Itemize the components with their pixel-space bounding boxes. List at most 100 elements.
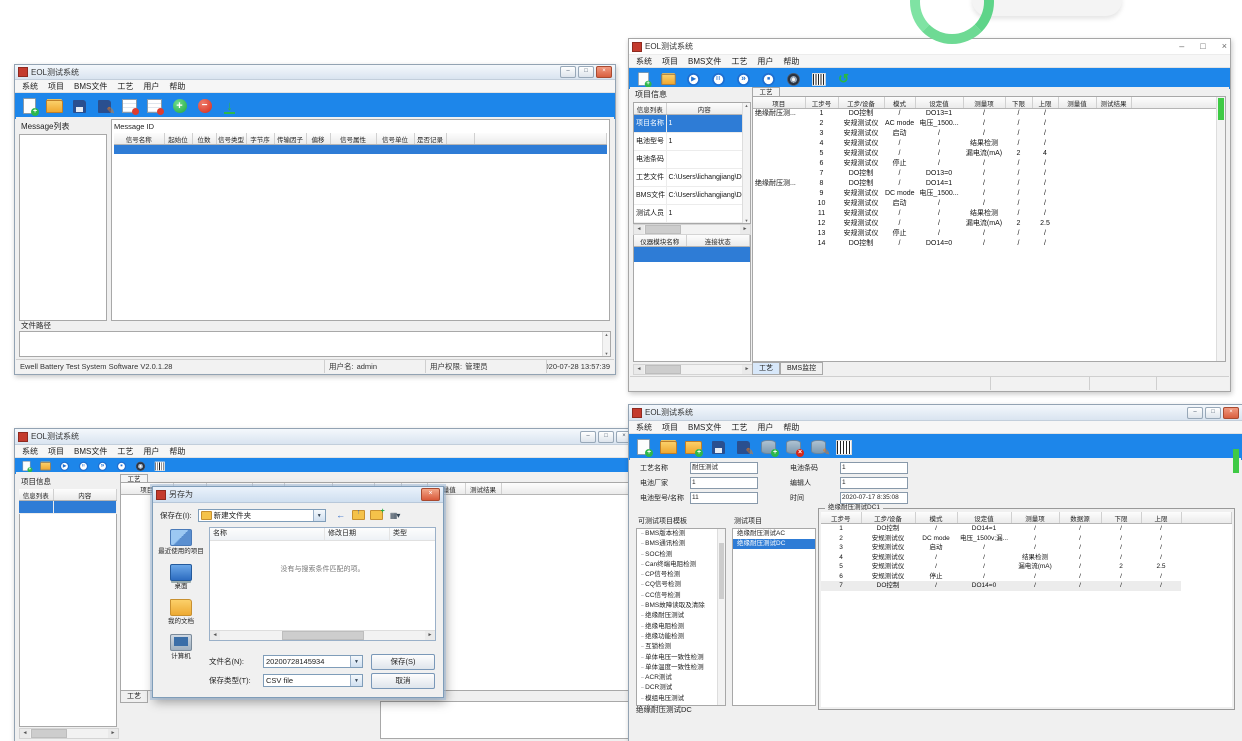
- column-header[interactable]: 信息列表: [634, 103, 666, 115]
- step-row[interactable]: 4 安规测试仪 / / 结果检测 / / /: [821, 553, 1232, 563]
- step-row[interactable]: 6 安规测试仪 停止 / / / / /: [821, 572, 1232, 582]
- column-header[interactable]: 测量项: [963, 97, 1005, 109]
- toolbar-icon[interactable]: [45, 97, 64, 115]
- column-header[interactable]: 设定值: [957, 512, 1011, 524]
- selected-empty-row[interactable]: [114, 145, 607, 155]
- column-header[interactable]: 模式: [884, 97, 915, 109]
- text-input[interactable]: 1: [840, 477, 908, 489]
- step-row[interactable]: 10 安规测试仪 启动 / / / /: [753, 199, 1217, 209]
- column-header[interactable]: 传输因子: [274, 133, 306, 145]
- scroll-thumb[interactable]: [1218, 98, 1224, 120]
- step-row[interactable]: 1 DO控制 / DO14=1 / / / /: [821, 524, 1232, 534]
- column-header[interactable]: 类型: [390, 528, 435, 540]
- toolbar-icon[interactable]: [785, 71, 801, 86]
- toolbar-icon[interactable]: [120, 97, 139, 115]
- scroll-thumb[interactable]: [645, 365, 681, 374]
- toolbar-icon[interactable]: [735, 71, 751, 86]
- dialog-titlebar[interactable]: 另存为: [153, 487, 443, 503]
- toolbar-icon[interactable]: [659, 438, 678, 456]
- horizontal-scrollbar[interactable]: [210, 630, 435, 640]
- list-item[interactable]: ACR测试: [637, 673, 725, 683]
- text-input[interactable]: 11: [690, 492, 758, 504]
- column-header[interactable]: 工步/设备: [861, 512, 915, 524]
- menu-item[interactable]: 用户: [138, 81, 164, 92]
- cancel-button[interactable]: 取消: [371, 673, 435, 689]
- list-item[interactable]: 单体温度一致性检测: [637, 663, 725, 673]
- scroll-right-arrow[interactable]: [742, 365, 752, 374]
- menu-item[interactable]: BMS文件: [683, 422, 726, 433]
- new-folder-icon[interactable]: [370, 509, 384, 522]
- chevron-down-icon[interactable]: [313, 510, 325, 521]
- column-header[interactable]: 数据源: [1059, 512, 1101, 524]
- column-header[interactable]: [1131, 97, 1217, 109]
- step-row[interactable]: 绝缘耐压测... 1 DO控制 / DO13=1 / / /: [753, 109, 1217, 120]
- column-header[interactable]: [474, 133, 607, 145]
- toolbar-icon[interactable]: [116, 460, 128, 471]
- column-header[interactable]: 位数: [192, 133, 216, 145]
- chevron-down-icon[interactable]: [350, 656, 362, 667]
- log-textarea[interactable]: [380, 701, 630, 739]
- menu-item[interactable]: 用户: [138, 446, 164, 457]
- back-icon[interactable]: [334, 509, 348, 522]
- step-row[interactable]: 7 DO控制 / DO14=0 / / / /: [821, 581, 1232, 591]
- toolbar-icon[interactable]: [784, 438, 803, 456]
- column-header[interactable]: [1181, 512, 1232, 524]
- text-input[interactable]: 耐压测试: [690, 462, 758, 474]
- file-name-input[interactable]: 20200728145934: [263, 655, 363, 668]
- file-path-textarea[interactable]: [19, 331, 611, 357]
- list-item[interactable]: 绝缘电阻检测: [637, 622, 725, 632]
- toolbar-icon[interactable]: [95, 97, 114, 115]
- tab-process[interactable]: 工艺: [752, 362, 780, 375]
- place-item[interactable]: 我的文档: [157, 599, 205, 625]
- menu-item[interactable]: 项目: [43, 81, 69, 92]
- column-header[interactable]: 信号属性: [330, 133, 376, 145]
- column-header[interactable]: 是否记录: [414, 133, 446, 145]
- step-row[interactable]: 4 安规测试仪 / / 结果检测 / /: [753, 139, 1217, 149]
- column-header[interactable]: 下限: [1101, 512, 1141, 524]
- maximize-button[interactable]: [598, 431, 614, 443]
- column-header[interactable]: 工步/设备: [838, 97, 884, 109]
- column-header[interactable]: 连接状态: [686, 235, 750, 247]
- toolbar-icon[interactable]: [78, 460, 90, 471]
- column-header[interactable]: 测量项: [1011, 512, 1059, 524]
- column-header[interactable]: 信号单位: [376, 133, 414, 145]
- step-row[interactable]: 9 安规测试仪 DC mode 电压_1500... / / /: [753, 189, 1217, 199]
- maximize-button[interactable]: [1200, 39, 1205, 54]
- toolbar-icon[interactable]: [685, 71, 701, 86]
- close-button[interactable]: [596, 66, 612, 78]
- list-item[interactable]: CQ信号检测: [637, 580, 725, 590]
- save-in-select[interactable]: 新建文件夹: [198, 509, 326, 522]
- list-item[interactable]: 单体电压一致性检测: [637, 653, 725, 663]
- toolbar-icon[interactable]: [834, 438, 853, 456]
- scroll-thumb[interactable]: [719, 543, 724, 599]
- column-header[interactable]: 测试结果: [1096, 97, 1131, 109]
- step-row[interactable]: 7 DO控制 / DO13=0 / / /: [753, 169, 1217, 179]
- menu-item[interactable]: 项目: [657, 422, 683, 433]
- vertical-scrollbar[interactable]: [1216, 97, 1225, 361]
- info-list-area[interactable]: [19, 514, 117, 727]
- toolbar-icon[interactable]: [145, 97, 164, 115]
- column-header[interactable]: 名称: [210, 528, 325, 540]
- info-row[interactable]: BMS文件 C:\Users\lichangjiang\Desktop: [634, 187, 743, 205]
- column-header[interactable]: 下限: [1005, 97, 1032, 109]
- column-header[interactable]: 信息列表: [19, 489, 53, 501]
- list-item[interactable]: 绝缘耐压测试DC: [733, 539, 815, 549]
- toolbar-icon[interactable]: [70, 97, 89, 115]
- toolbar-icon[interactable]: [684, 438, 703, 456]
- toolbar-icon[interactable]: [154, 460, 166, 471]
- menu-item[interactable]: 项目: [657, 56, 683, 67]
- selected-empty-row[interactable]: [634, 247, 750, 263]
- toolbar-icon[interactable]: [20, 97, 39, 115]
- scroll-right-arrow[interactable]: [425, 631, 435, 640]
- vertical-scrollbar[interactable]: [602, 332, 610, 356]
- step-row[interactable]: 5 安规测试仪 / / 漏电流(mA) / 2 2.5: [821, 562, 1232, 572]
- list-item[interactable]: DCR测试: [637, 683, 725, 693]
- column-header[interactable]: [446, 133, 474, 145]
- menu-item[interactable]: 工艺: [726, 422, 752, 433]
- column-header[interactable]: 上限: [1032, 97, 1058, 109]
- column-header[interactable]: 工步号: [805, 97, 838, 109]
- column-header[interactable]: 工步号: [821, 512, 861, 524]
- info-row[interactable]: 工艺文件 C:\Users\lichangjiang\Desktop: [634, 169, 743, 187]
- chevron-down-icon[interactable]: [350, 675, 362, 686]
- toolbar-icon[interactable]: [195, 97, 214, 115]
